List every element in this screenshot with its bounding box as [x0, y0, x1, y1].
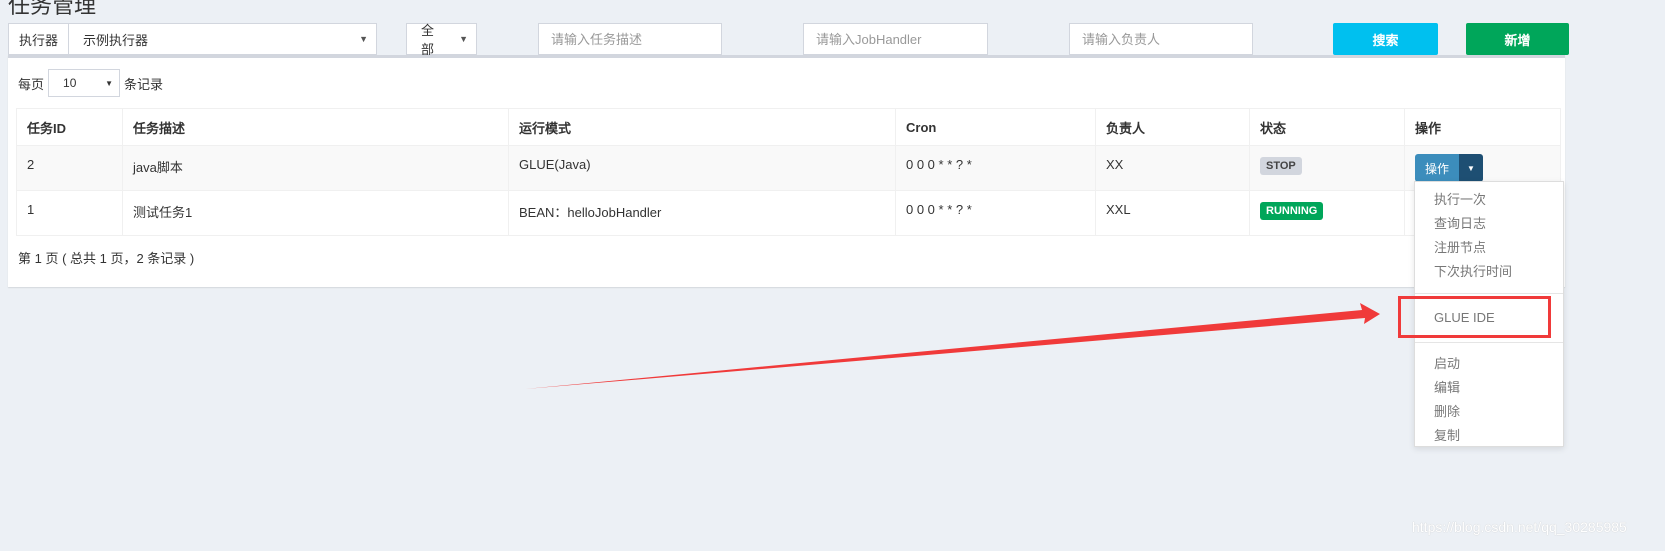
arrow-shape: [525, 303, 1380, 389]
watermark: https://blog.csdn.net/qq_30285985: [1412, 519, 1627, 535]
annotation-arrow: [525, 303, 1380, 389]
